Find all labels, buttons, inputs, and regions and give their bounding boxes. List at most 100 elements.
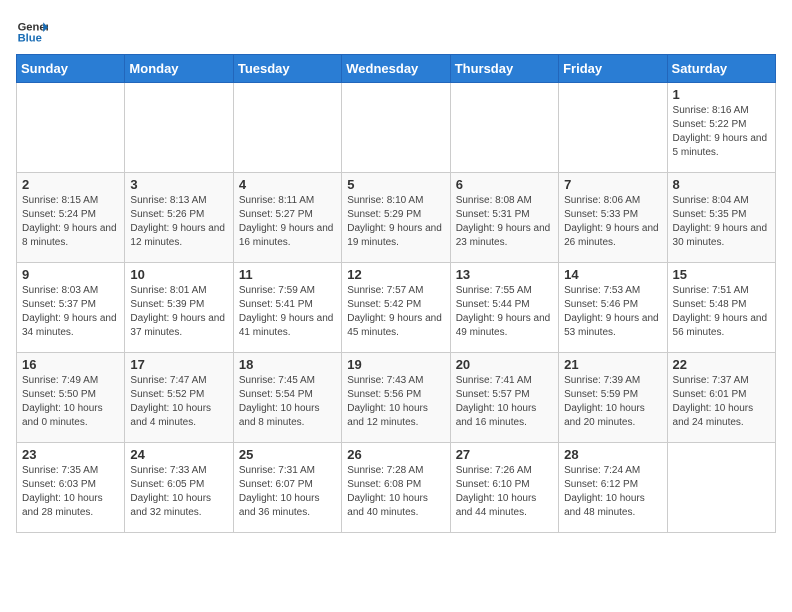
day-number: 2 bbox=[22, 177, 119, 192]
calendar-cell: 8 Sunrise: 8:04 AM Sunset: 5:35 PM Daylig… bbox=[667, 173, 775, 263]
day-number: 1 bbox=[673, 87, 770, 102]
calendar-cell: 4 Sunrise: 8:11 AM Sunset: 5:27 PM Daylig… bbox=[233, 173, 341, 263]
calendar-cell: 7Sunrise: 8:06 AM Sunset: 5:33 PM Daylig… bbox=[559, 173, 667, 263]
weekday-header-thursday: Thursday bbox=[450, 55, 558, 83]
day-info: Sunrise: 7:26 AM Sunset: 6:10 PM Dayligh… bbox=[456, 464, 553, 520]
day-number: 11 bbox=[239, 267, 336, 282]
calendar-cell: 24 Sunrise: 7:33 AM Sunset: 6:05 PM Dayli… bbox=[125, 443, 233, 533]
calendar-table: SundayMondayTuesdayWednesdayThursdayFrid… bbox=[16, 54, 776, 533]
calendar-cell bbox=[17, 83, 125, 173]
day-number: 22 bbox=[673, 357, 770, 372]
day-number: 17 bbox=[130, 357, 227, 372]
day-info: Sunrise: 8:01 AM Sunset: 5:39 PM Dayligh… bbox=[130, 284, 227, 340]
calendar-cell bbox=[233, 83, 341, 173]
calendar-cell: 9Sunrise: 8:03 AM Sunset: 5:37 PM Daylig… bbox=[17, 263, 125, 353]
day-info: Sunrise: 7:31 AM Sunset: 6:07 PM Dayligh… bbox=[239, 464, 336, 520]
day-info: Sunrise: 8:03 AM Sunset: 5:37 PM Dayligh… bbox=[22, 284, 119, 340]
day-info: Sunrise: 7:45 AM Sunset: 5:54 PM Dayligh… bbox=[239, 374, 336, 430]
calendar-cell: 6 Sunrise: 8:08 AM Sunset: 5:31 PM Daylig… bbox=[450, 173, 558, 263]
calendar-cell: 18 Sunrise: 7:45 AM Sunset: 5:54 PM Dayli… bbox=[233, 353, 341, 443]
weekday-header-saturday: Saturday bbox=[667, 55, 775, 83]
calendar-cell: 25 Sunrise: 7:31 AM Sunset: 6:07 PM Dayli… bbox=[233, 443, 341, 533]
calendar-cell bbox=[342, 83, 450, 173]
day-info: Sunrise: 8:04 AM Sunset: 5:35 PM Dayligh… bbox=[673, 194, 770, 250]
calendar-cell: 22 Sunrise: 7:37 AM Sunset: 6:01 PM Dayli… bbox=[667, 353, 775, 443]
day-info: Sunrise: 7:53 AM Sunset: 5:46 PM Dayligh… bbox=[564, 284, 661, 340]
calendar-cell: 1 Sunrise: 8:16 AM Sunset: 5:22 PM Daylig… bbox=[667, 83, 775, 173]
day-number: 5 bbox=[347, 177, 444, 192]
weekday-header-tuesday: Tuesday bbox=[233, 55, 341, 83]
day-number: 13 bbox=[456, 267, 553, 282]
calendar-week-4: 16 Sunrise: 7:49 AM Sunset: 5:50 PM Dayli… bbox=[17, 353, 776, 443]
calendar-cell: 15 Sunrise: 7:51 AM Sunset: 5:48 PM Dayli… bbox=[667, 263, 775, 353]
day-number: 8 bbox=[673, 177, 770, 192]
calendar-week-1: 1 Sunrise: 8:16 AM Sunset: 5:22 PM Daylig… bbox=[17, 83, 776, 173]
weekday-header-monday: Monday bbox=[125, 55, 233, 83]
calendar-cell: 26 Sunrise: 7:28 AM Sunset: 6:08 PM Dayli… bbox=[342, 443, 450, 533]
calendar-cell: 12 Sunrise: 7:57 AM Sunset: 5:42 PM Dayli… bbox=[342, 263, 450, 353]
calendar-cell: 28 Sunrise: 7:24 AM Sunset: 6:12 PM Dayli… bbox=[559, 443, 667, 533]
calendar-cell: 10 Sunrise: 8:01 AM Sunset: 5:39 PM Dayli… bbox=[125, 263, 233, 353]
day-info: Sunrise: 8:11 AM Sunset: 5:27 PM Dayligh… bbox=[239, 194, 336, 250]
calendar-cell: 13 Sunrise: 7:55 AM Sunset: 5:44 PM Dayli… bbox=[450, 263, 558, 353]
calendar-cell bbox=[125, 83, 233, 173]
logo: General Blue bbox=[16, 16, 48, 48]
day-number: 4 bbox=[239, 177, 336, 192]
day-number: 23 bbox=[22, 447, 119, 462]
calendar-week-5: 23Sunrise: 7:35 AM Sunset: 6:03 PM Dayli… bbox=[17, 443, 776, 533]
day-info: Sunrise: 7:28 AM Sunset: 6:08 PM Dayligh… bbox=[347, 464, 444, 520]
calendar-cell bbox=[559, 83, 667, 173]
calendar-cell: 27 Sunrise: 7:26 AM Sunset: 6:10 PM Dayli… bbox=[450, 443, 558, 533]
day-number: 27 bbox=[456, 447, 553, 462]
calendar-week-3: 9Sunrise: 8:03 AM Sunset: 5:37 PM Daylig… bbox=[17, 263, 776, 353]
day-info: Sunrise: 7:24 AM Sunset: 6:12 PM Dayligh… bbox=[564, 464, 661, 520]
day-info: Sunrise: 7:43 AM Sunset: 5:56 PM Dayligh… bbox=[347, 374, 444, 430]
calendar-cell: 11Sunrise: 7:59 AM Sunset: 5:41 PM Dayli… bbox=[233, 263, 341, 353]
weekday-header-friday: Friday bbox=[559, 55, 667, 83]
weekday-header-wednesday: Wednesday bbox=[342, 55, 450, 83]
day-number: 25 bbox=[239, 447, 336, 462]
day-info: Sunrise: 7:47 AM Sunset: 5:52 PM Dayligh… bbox=[130, 374, 227, 430]
weekday-header-sunday: Sunday bbox=[17, 55, 125, 83]
day-number: 15 bbox=[673, 267, 770, 282]
day-number: 16 bbox=[22, 357, 119, 372]
calendar-header-row: SundayMondayTuesdayWednesdayThursdayFrid… bbox=[17, 55, 776, 83]
day-number: 26 bbox=[347, 447, 444, 462]
calendar-cell: 17 Sunrise: 7:47 AM Sunset: 5:52 PM Dayli… bbox=[125, 353, 233, 443]
calendar-cell: 14 Sunrise: 7:53 AM Sunset: 5:46 PM Dayli… bbox=[559, 263, 667, 353]
day-info: Sunrise: 8:10 AM Sunset: 5:29 PM Dayligh… bbox=[347, 194, 444, 250]
day-info: Sunrise: 8:16 AM Sunset: 5:22 PM Dayligh… bbox=[673, 104, 770, 160]
day-number: 24 bbox=[130, 447, 227, 462]
calendar-cell bbox=[450, 83, 558, 173]
svg-text:Blue: Blue bbox=[18, 33, 42, 45]
day-info: Sunrise: 8:15 AM Sunset: 5:24 PM Dayligh… bbox=[22, 194, 119, 250]
calendar-cell: 3 Sunrise: 8:13 AM Sunset: 5:26 PM Daylig… bbox=[125, 173, 233, 263]
day-info: Sunrise: 7:33 AM Sunset: 6:05 PM Dayligh… bbox=[130, 464, 227, 520]
day-info: Sunrise: 7:49 AM Sunset: 5:50 PM Dayligh… bbox=[22, 374, 119, 430]
day-number: 10 bbox=[130, 267, 227, 282]
day-number: 14 bbox=[564, 267, 661, 282]
day-number: 12 bbox=[347, 267, 444, 282]
calendar-cell: 21Sunrise: 7:39 AM Sunset: 5:59 PM Dayli… bbox=[559, 353, 667, 443]
calendar-week-2: 2 Sunrise: 8:15 AM Sunset: 5:24 PM Daylig… bbox=[17, 173, 776, 263]
calendar-cell: 20Sunrise: 7:41 AM Sunset: 5:57 PM Dayli… bbox=[450, 353, 558, 443]
day-info: Sunrise: 7:37 AM Sunset: 6:01 PM Dayligh… bbox=[673, 374, 770, 430]
day-info: Sunrise: 7:57 AM Sunset: 5:42 PM Dayligh… bbox=[347, 284, 444, 340]
day-info: Sunrise: 8:13 AM Sunset: 5:26 PM Dayligh… bbox=[130, 194, 227, 250]
day-number: 6 bbox=[456, 177, 553, 192]
day-number: 19 bbox=[347, 357, 444, 372]
calendar-cell: 16 Sunrise: 7:49 AM Sunset: 5:50 PM Dayli… bbox=[17, 353, 125, 443]
calendar-cell: 2 Sunrise: 8:15 AM Sunset: 5:24 PM Daylig… bbox=[17, 173, 125, 263]
day-info: Sunrise: 8:06 AM Sunset: 5:33 PM Dayligh… bbox=[564, 194, 661, 250]
day-number: 3 bbox=[130, 177, 227, 192]
calendar-cell bbox=[667, 443, 775, 533]
day-info: Sunrise: 8:08 AM Sunset: 5:31 PM Dayligh… bbox=[456, 194, 553, 250]
day-number: 28 bbox=[564, 447, 661, 462]
header: General Blue bbox=[16, 16, 776, 48]
day-info: Sunrise: 7:51 AM Sunset: 5:48 PM Dayligh… bbox=[673, 284, 770, 340]
logo-icon: General Blue bbox=[16, 16, 48, 48]
day-number: 18 bbox=[239, 357, 336, 372]
day-number: 21 bbox=[564, 357, 661, 372]
calendar-cell: 5 Sunrise: 8:10 AM Sunset: 5:29 PM Daylig… bbox=[342, 173, 450, 263]
day-info: Sunrise: 7:55 AM Sunset: 5:44 PM Dayligh… bbox=[456, 284, 553, 340]
